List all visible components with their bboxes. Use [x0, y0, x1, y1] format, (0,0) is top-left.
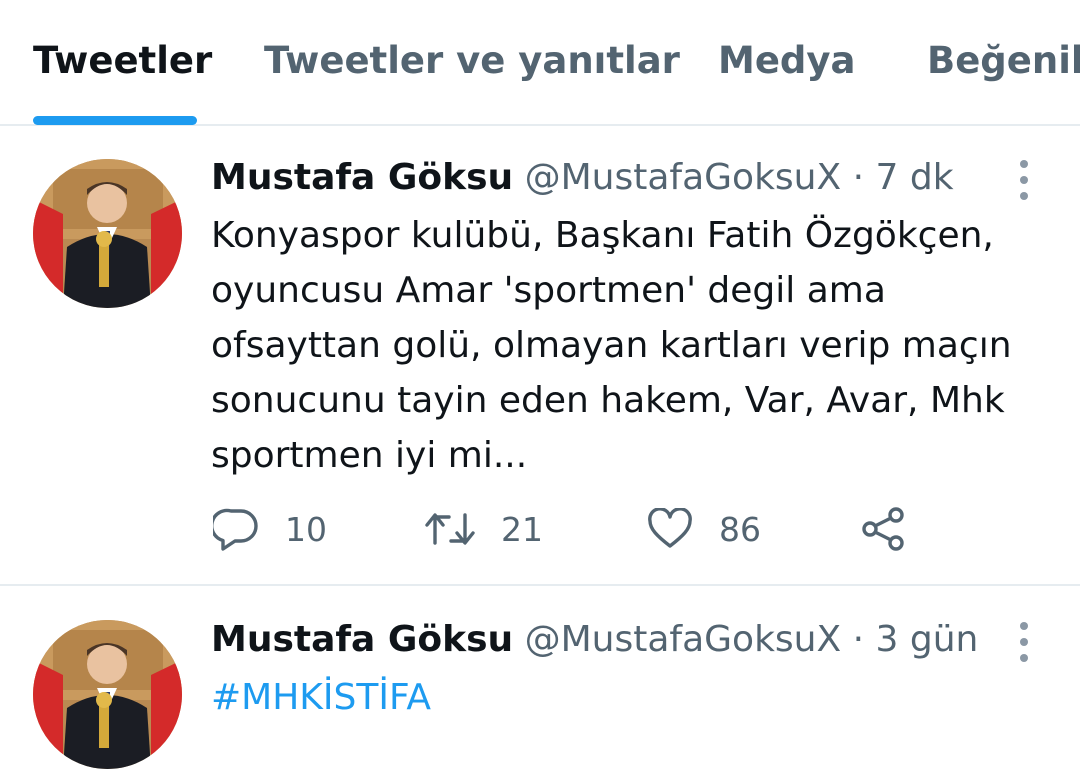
- author-handle[interactable]: @MustafaGoksuX: [525, 157, 842, 198]
- tweet-text: Konyaspor kulübü, Başkanı Fatih Özgökçen…: [211, 215, 1012, 476]
- retweet-icon: [425, 513, 475, 545]
- more-icon[interactable]: [1016, 160, 1032, 200]
- separator-dot: ·: [852, 157, 865, 198]
- tweet[interactable]: Mustafa Göksu @MustafaGoksuX · 3 gün #MH…: [0, 588, 1080, 769]
- tweet-header: Mustafa Göksu @MustafaGoksuX · 7 dk: [211, 156, 1040, 200]
- author-name[interactable]: Mustafa Göksu: [211, 619, 513, 660]
- like-count: 86: [719, 509, 761, 549]
- tweet[interactable]: Mustafa Göksu @MustafaGoksuX · 7 dk Kony…: [0, 126, 1080, 586]
- tweet-actions: 10 21 86: [213, 504, 973, 554]
- author-handle[interactable]: @MustafaGoksuX: [525, 619, 842, 660]
- active-tab-indicator: [33, 116, 197, 125]
- tab-medya[interactable]: Medya: [718, 38, 856, 84]
- tweet-time[interactable]: 7 dk: [876, 157, 954, 198]
- author-name[interactable]: Mustafa Göksu: [211, 157, 513, 198]
- tweet-header: Mustafa Göksu @MustafaGoksuX · 3 gün: [211, 618, 1040, 662]
- share-icon: [862, 507, 904, 551]
- retweet-count: 21: [501, 509, 543, 549]
- avatar[interactable]: [33, 620, 182, 769]
- retweet-button[interactable]: 21: [425, 504, 543, 554]
- tab-tweetler[interactable]: Tweetler: [33, 38, 212, 84]
- like-button[interactable]: 86: [647, 504, 761, 554]
- more-icon[interactable]: [1016, 622, 1032, 662]
- hashtag-link[interactable]: #MHKİSTİFA: [211, 670, 1031, 725]
- share-button[interactable]: [861, 504, 907, 554]
- reply-button[interactable]: 10: [213, 504, 327, 554]
- reply-count: 10: [285, 509, 327, 549]
- tab-begeniler[interactable]: Beğeniler: [927, 38, 1080, 84]
- tweet-time[interactable]: 3 gün: [876, 619, 979, 660]
- reply-icon: [213, 508, 258, 551]
- tab-tweetler-ve-yanitlar[interactable]: Tweetler ve yanıtlar: [264, 38, 680, 84]
- like-icon: [648, 508, 692, 548]
- profile-tabs: Tweetler Tweetler ve yanıtlar Medya Beğe…: [0, 0, 1080, 126]
- separator-dot: ·: [852, 619, 865, 660]
- avatar[interactable]: [33, 159, 182, 308]
